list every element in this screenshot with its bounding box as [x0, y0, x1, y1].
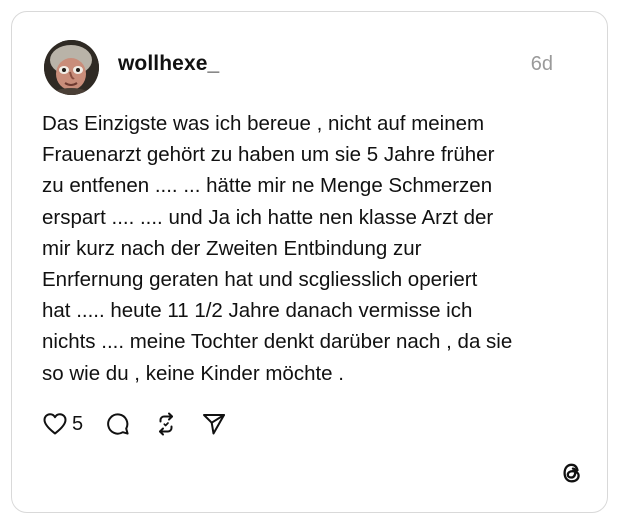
repost-icon [153, 411, 179, 437]
avatar[interactable] [44, 40, 99, 95]
heart-icon [42, 412, 68, 436]
post-timestamp: 6d [530, 53, 553, 75]
send-icon [201, 411, 227, 437]
avatar-image [44, 40, 99, 95]
like-count: 5 [72, 412, 84, 435]
repost-button[interactable] [153, 411, 179, 437]
threads-logo-icon[interactable] [558, 459, 586, 487]
reply-button[interactable] [105, 411, 131, 437]
username[interactable]: wollhexe_ [118, 52, 219, 76]
share-button[interactable] [201, 411, 227, 437]
like-button[interactable]: 5 [42, 412, 83, 436]
post-text: Das Einzigste was ich bereue , nicht auf… [42, 112, 513, 385]
post-card: wollhexe_ 6d Das Einzigste was ich bereu… [11, 11, 608, 513]
comment-icon [105, 411, 131, 437]
action-bar: 5 [42, 410, 227, 438]
